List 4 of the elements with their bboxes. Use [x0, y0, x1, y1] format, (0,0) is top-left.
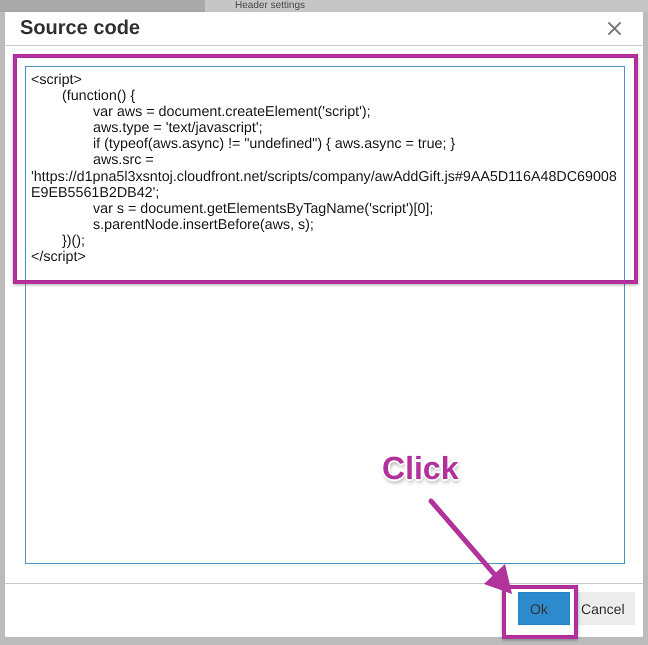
dialog-title: Source code [20, 17, 140, 40]
background-title: Header settings [235, 0, 306, 12]
close-icon[interactable] [608, 22, 621, 35]
callout-label: Click [382, 450, 458, 486]
